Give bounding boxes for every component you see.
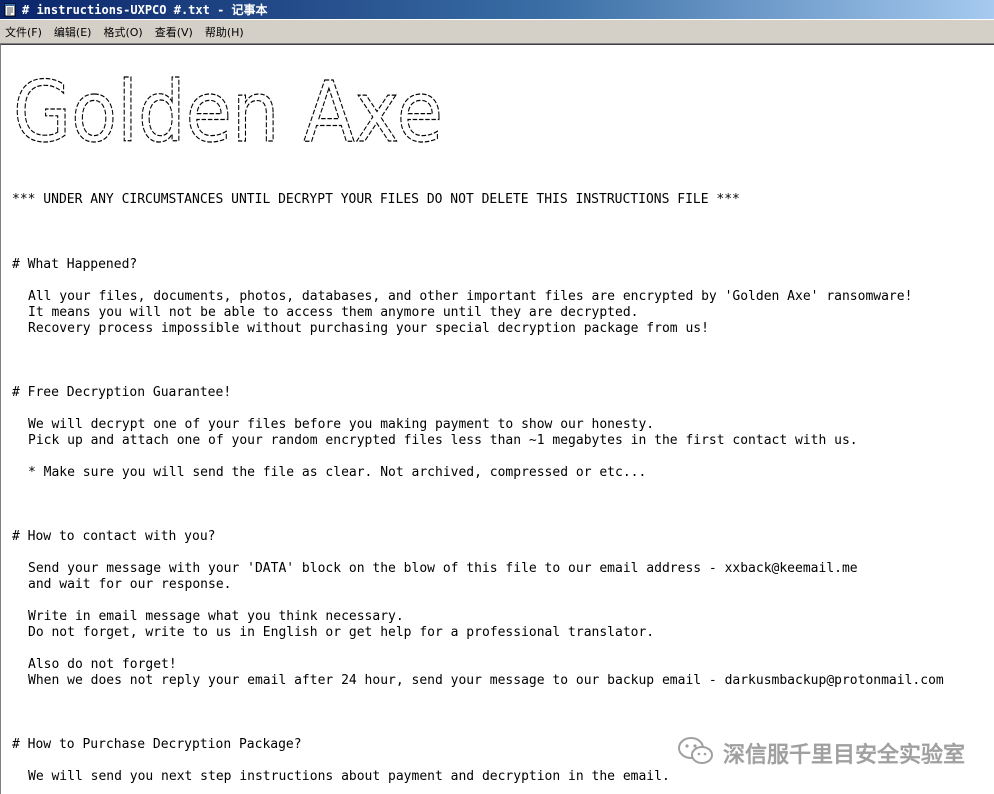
title-bar[interactable]: # instructions-UXPCO #.txt - 记事本 <box>0 0 994 19</box>
text-line: Also do not forget! <box>28 657 177 672</box>
text-line: We will decrypt one of your files before… <box>28 417 655 432</box>
text-line: and wait for our response. <box>28 577 232 592</box>
text-line: All your files, documents, photos, datab… <box>28 289 913 304</box>
notepad-icon <box>3 3 17 17</box>
note-line: * Make sure you will send the file as cl… <box>28 465 647 480</box>
text-editor-area[interactable]: Golden Axe *** UNDER ANY CIRCUMSTANCES U… <box>0 44 994 794</box>
text-line: Send your message with your 'DATA' block… <box>28 561 858 576</box>
text-line: Do not forget, write to us in English or… <box>28 625 655 640</box>
menu-view[interactable]: 查看(V) <box>149 24 199 40</box>
heading-purchase: # How to Purchase Decryption Package? <box>12 737 302 752</box>
menu-bar: 文件(F) 编辑(E) 格式(O) 查看(V) 帮助(H) <box>0 20 994 44</box>
heading-contact: # How to contact with you? <box>12 529 216 544</box>
heading-what-happened: # What Happened? <box>12 257 138 272</box>
text-line: When we does not reply your email after … <box>28 673 944 688</box>
text-line: It means you will not be able to access … <box>28 305 639 320</box>
menu-edit[interactable]: 编辑(E) <box>48 24 98 40</box>
menu-format[interactable]: 格式(O) <box>97 24 148 40</box>
watermark: 深信服千里目安全实验室 <box>677 736 965 770</box>
menu-file[interactable]: 文件(F) <box>0 24 48 40</box>
watermark-text: 深信服千里目安全实验室 <box>722 743 965 768</box>
notepad-window: # instructions-UXPCO #.txt - 记事本 文件(F) 编… <box>0 0 994 794</box>
text-line: We will send you next step instructions … <box>28 769 670 784</box>
text-line: Write in email message what you think ne… <box>28 609 404 624</box>
wechat-icon <box>677 736 715 770</box>
text-line: Pick up and attach one of your random en… <box>28 433 858 448</box>
heading-free-decryption: # Free Decryption Guarantee! <box>12 385 232 400</box>
text-line: Recovery process impossible without purc… <box>28 321 709 336</box>
warning-line: *** UNDER ANY CIRCUMSTANCES UNTIL DECRYP… <box>12 192 740 207</box>
window-title: # instructions-UXPCO #.txt - 记事本 <box>22 3 268 17</box>
golden-axe-logo-text: Golden Axe <box>13 63 443 153</box>
menu-help[interactable]: 帮助(H) <box>199 24 250 40</box>
golden-axe-logo: Golden Axe <box>12 62 453 161</box>
